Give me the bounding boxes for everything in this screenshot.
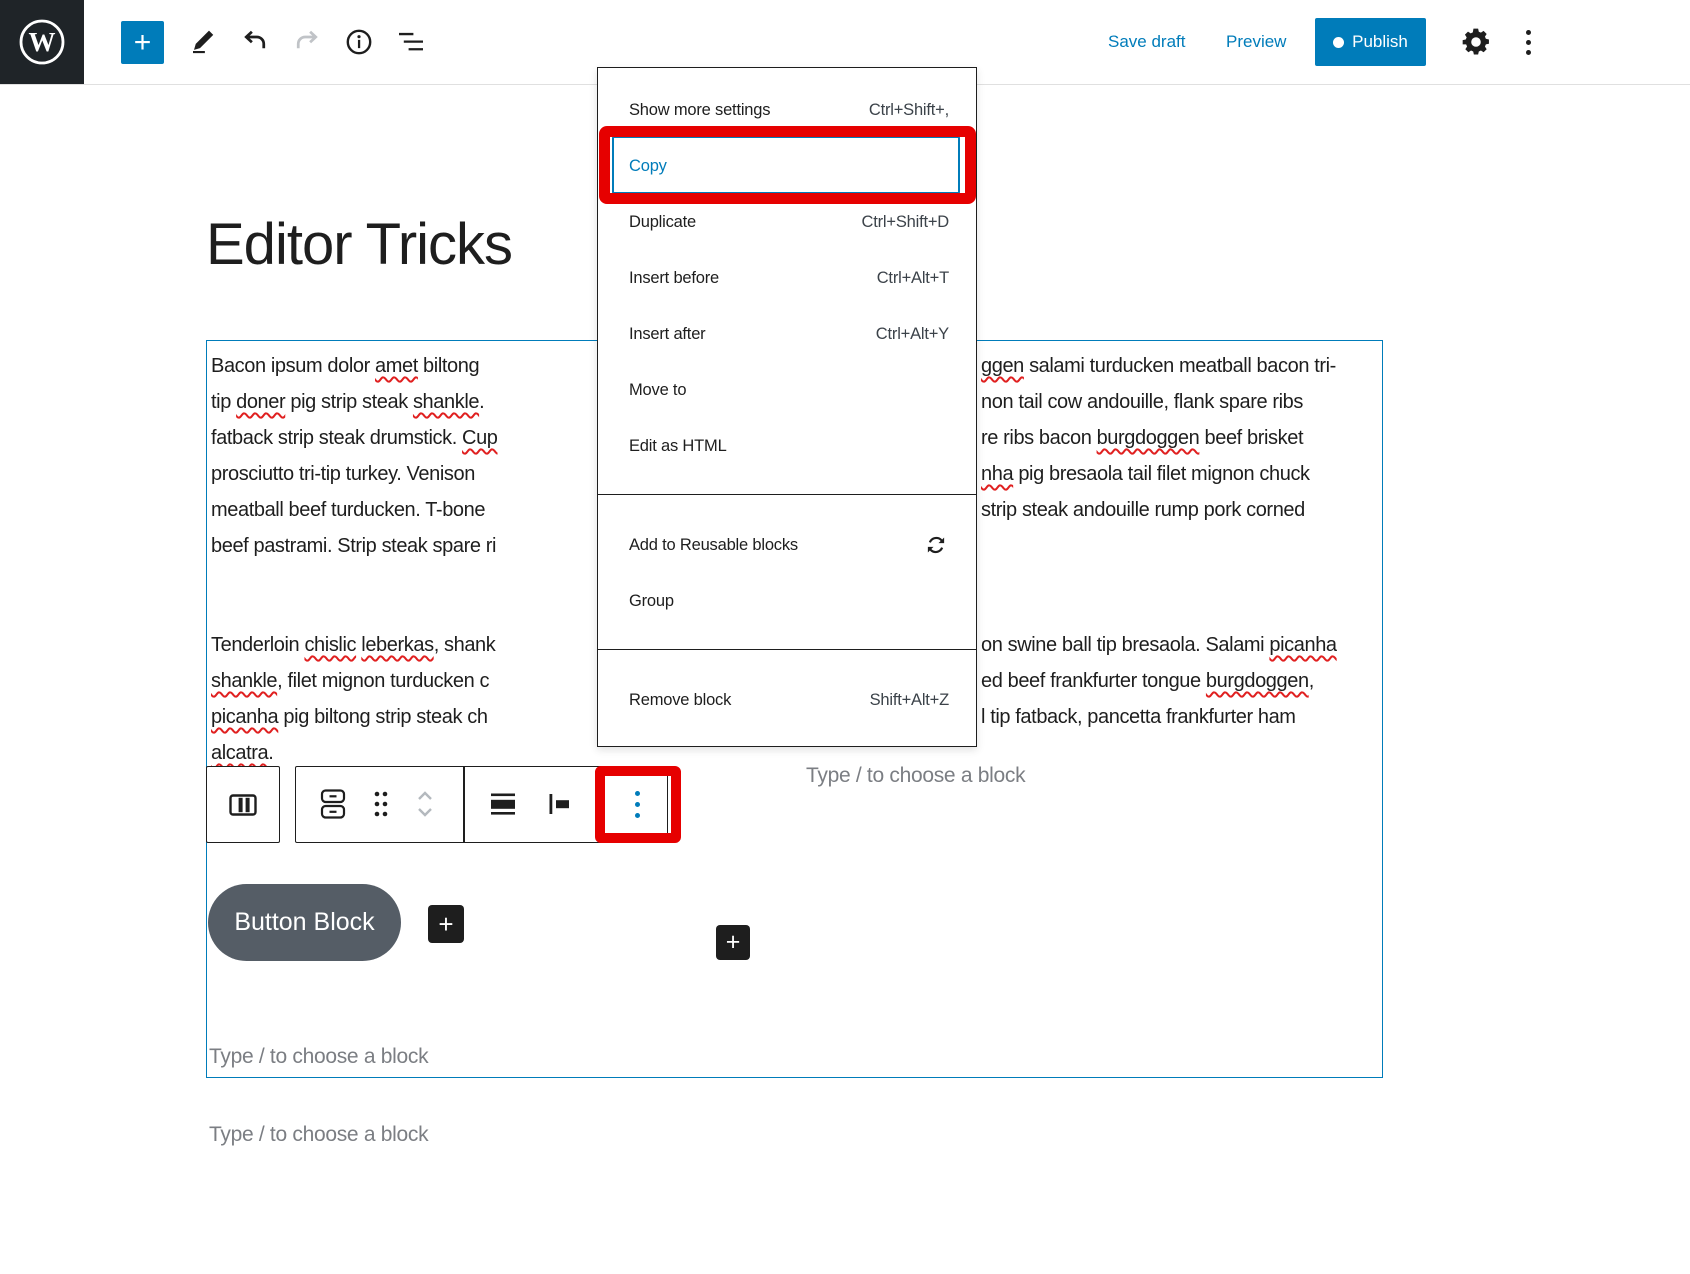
- wordpress-block-editor: W +: [0, 0, 1690, 1274]
- block-toolbar: [295, 766, 668, 843]
- drag-handle[interactable]: [361, 767, 401, 841]
- text-line: ggen salami turducken meatball bacon tri…: [981, 348, 1381, 384]
- menu-separator: [598, 494, 976, 495]
- undo-button[interactable]: [231, 18, 279, 66]
- info-icon: [343, 26, 375, 58]
- menu-item-remove-block[interactable]: Remove block Shift+Alt+Z: [598, 672, 976, 728]
- text-line: re ribs bacon burgdoggen beef brisket: [981, 420, 1381, 456]
- align-left-icon: [545, 790, 573, 818]
- save-draft-button[interactable]: Save draft: [1108, 0, 1186, 84]
- plus-icon: +: [134, 23, 152, 63]
- plus-icon: +: [438, 909, 453, 940]
- columns-icon: [226, 788, 260, 822]
- right-column-paragraph-1[interactable]: ggen salami turducken meatball bacon tri…: [981, 348, 1381, 528]
- wordpress-logo[interactable]: W: [0, 0, 84, 84]
- plus-icon: +: [726, 928, 741, 957]
- kebab-icon: [1526, 30, 1531, 55]
- justify-content-button[interactable]: [483, 767, 523, 841]
- menu-item-copy[interactable]: Copy: [598, 138, 976, 194]
- text-line: ed beef frankfurter tongue burgdoggen,: [981, 663, 1381, 699]
- publish-button[interactable]: Publish: [1315, 18, 1426, 66]
- details-button[interactable]: [335, 18, 383, 66]
- right-column-paragraph-2[interactable]: on swine ball tip bresaola. Salami pican…: [981, 627, 1381, 735]
- toolbar-divider: [463, 766, 465, 842]
- text-line: shankle, filet mignon turducken c: [211, 663, 495, 699]
- menu-item-insert-before[interactable]: Insert before Ctrl+Alt+T: [598, 250, 976, 306]
- settings-button[interactable]: [1452, 18, 1500, 66]
- empty-paragraph-after-block[interactable]: Type / to choose a block: [209, 1123, 428, 1147]
- orientation-button[interactable]: [539, 767, 579, 841]
- sync-icon: [923, 532, 949, 558]
- menu-item-add-to-reusable-blocks[interactable]: Add to Reusable blocks: [598, 517, 976, 573]
- list-view-icon: [395, 26, 427, 58]
- text-line: Tenderloin chislic leberkas, shank: [211, 627, 495, 663]
- tools-button[interactable]: [179, 18, 227, 66]
- text-line: tip doner pig strip steak shankle.: [211, 384, 498, 420]
- text-line: non tail cow andouille, flank spare ribs: [981, 384, 1381, 420]
- button-block[interactable]: Button Block: [208, 884, 401, 961]
- block-options-menu: Show more settings Ctrl+Shift+, Copy Dup…: [597, 67, 977, 747]
- drag-handle-icon: [370, 789, 392, 819]
- text-line: l tip fatback, pancetta frankfurter ham: [981, 699, 1381, 735]
- block-options-button[interactable]: [617, 767, 657, 841]
- options-button[interactable]: [1504, 18, 1552, 66]
- redo-icon: [292, 27, 322, 57]
- text-line: meatball beef turducken. T-bone: [211, 492, 498, 528]
- move-up-down-icon: [414, 786, 436, 822]
- text-line: beef pastrami. Strip steak spare ri: [211, 528, 498, 564]
- move-down-icon: [419, 809, 431, 815]
- buttons-block-icon: [318, 787, 348, 821]
- text-line: prosciutto tri-tip turkey. Venison: [211, 456, 498, 492]
- change-block-type-button[interactable]: [313, 767, 353, 841]
- left-column-paragraph-1[interactable]: Bacon ipsum dolor amet biltongtip doner …: [211, 348, 498, 564]
- block-appender-button[interactable]: +: [716, 925, 750, 960]
- block-mover[interactable]: [405, 767, 445, 841]
- empty-paragraph-in-block[interactable]: Type / to choose a block: [209, 1045, 428, 1069]
- block-inserter-button[interactable]: +: [121, 21, 164, 64]
- left-column-paragraph-2[interactable]: Tenderloin chislic leberkas, shankshankl…: [211, 627, 495, 771]
- preview-button[interactable]: Preview: [1226, 0, 1286, 84]
- list-view-button[interactable]: [387, 18, 435, 66]
- text-line: fatback strip steak drumstick. Cup: [211, 420, 498, 456]
- select-parent-columns-button[interactable]: [206, 766, 280, 843]
- post-title[interactable]: Editor Tricks: [206, 211, 512, 278]
- menu-separator: [598, 649, 976, 650]
- kebab-icon: [635, 791, 640, 818]
- text-line: Bacon ipsum dolor amet biltong: [211, 348, 498, 384]
- menu-item-duplicate[interactable]: Duplicate Ctrl+Shift+D: [598, 194, 976, 250]
- text-line: strip steak andouille rump pork corned: [981, 492, 1381, 528]
- menu-item-insert-after[interactable]: Insert after Ctrl+Alt+Y: [598, 306, 976, 362]
- column-empty-paragraph[interactable]: Type / to choose a block: [806, 764, 1025, 788]
- gear-icon: [1460, 26, 1492, 58]
- svg-text:W: W: [29, 27, 56, 57]
- justify-icon: [489, 790, 517, 818]
- text-line: picanha pig biltong strip steak ch: [211, 699, 495, 735]
- wordpress-logo-icon: W: [16, 16, 68, 68]
- publish-label: Publish: [1352, 32, 1408, 52]
- pencil-icon: [188, 27, 218, 57]
- undo-icon: [240, 27, 270, 57]
- move-up-icon: [419, 793, 431, 799]
- text-line: on swine ball tip bresaola. Salami pican…: [981, 627, 1381, 663]
- menu-item-edit-as-html[interactable]: Edit as HTML: [598, 418, 976, 474]
- menu-item-move-to[interactable]: Move to: [598, 362, 976, 418]
- publish-dot-icon: [1333, 37, 1344, 48]
- redo-button[interactable]: [283, 18, 331, 66]
- menu-item-show-more-settings[interactable]: Show more settings Ctrl+Shift+,: [598, 82, 976, 138]
- menu-item-group[interactable]: Group: [598, 573, 976, 629]
- text-line: nha pig bresaola tail filet mignon chuck: [981, 456, 1381, 492]
- add-button-appender[interactable]: +: [428, 905, 464, 943]
